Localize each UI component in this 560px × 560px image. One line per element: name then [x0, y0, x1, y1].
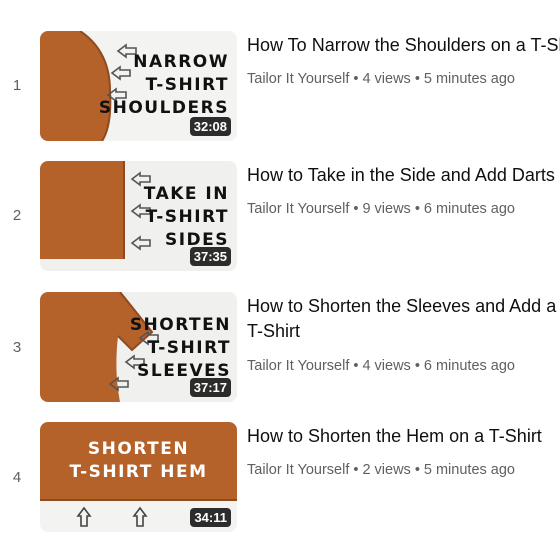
upload-age: 6 minutes ago — [423, 358, 515, 374]
video-meta: Tailor It Yourself • 9 views • 6 minutes ago — [247, 201, 515, 217]
playlist-item[interactable]: 2 TAKE IN T-SHIRT SIDES 37:35 How to Tak… — [0, 161, 560, 271]
upload-age: 6 minutes ago — [423, 201, 515, 217]
playlist-item[interactable]: 4 SHORTEN T-SHIRT HEM 34:11 How to Short… — [0, 422, 560, 532]
view-count: 2 views — [362, 462, 411, 478]
separator: • — [414, 358, 420, 374]
channel-name[interactable]: Tailor It Yourself — [247, 462, 349, 478]
duration-badge: 37:17 — [189, 378, 231, 397]
separator: • — [414, 201, 420, 217]
separator: • — [414, 71, 420, 87]
video-thumbnail[interactable]: SHORTEN T-SHIRT SLEEVES 37:17 — [40, 292, 237, 402]
video-meta: Tailor It Yourself • 4 views • 6 minutes ago — [247, 358, 515, 374]
playlist-item[interactable]: 3 SHORTEN T-SHIRT SLEEVES 37:17 How to S… — [0, 292, 560, 402]
channel-name[interactable]: Tailor It Yourself — [247, 201, 349, 217]
view-count: 4 views — [362, 71, 411, 87]
duration-badge: 32:08 — [189, 117, 231, 136]
upload-age: 5 minutes ago — [423, 71, 515, 87]
video-thumbnail[interactable]: TAKE IN T-SHIRT SIDES 37:35 — [40, 161, 237, 271]
playlist-item[interactable]: 1 NARROW T-SHIRT SHOULDERS 32:08 How To … — [0, 31, 560, 141]
upload-age: 5 minutes ago — [423, 462, 515, 478]
separator: • — [353, 462, 359, 478]
channel-name[interactable]: Tailor It Yourself — [247, 358, 349, 374]
video-title[interactable]: How To Narrow the Shoulders on a T-Shirt — [247, 33, 560, 58]
video-thumbnail[interactable]: NARROW T-SHIRT SHOULDERS 32:08 — [40, 31, 237, 141]
view-count: 9 views — [362, 201, 411, 217]
video-meta: Tailor It Yourself • 4 views • 5 minutes ago — [247, 71, 515, 87]
thumb-caption: TAKE IN T-SHIRT SIDES — [143, 184, 229, 250]
thumb-caption: NARROW T-SHIRT SHOULDERS — [98, 52, 229, 118]
view-count: 4 views — [362, 358, 411, 374]
separator: • — [353, 358, 359, 374]
item-index: 3 — [12, 339, 22, 356]
item-index: 2 — [12, 207, 22, 224]
video-meta: Tailor It Yourself • 2 views • 5 minutes ago — [247, 462, 515, 478]
separator: • — [414, 462, 420, 478]
channel-name[interactable]: Tailor It Yourself — [247, 71, 349, 87]
video-thumbnail[interactable]: SHORTEN T-SHIRT HEM 34:11 — [40, 422, 237, 532]
video-title[interactable]: How to Shorten the Sleeves and Add a T-S… — [247, 294, 560, 344]
duration-badge: 37:35 — [189, 247, 231, 266]
thumb-caption: SHORTEN T-SHIRT HEM — [69, 439, 208, 482]
duration-badge: 34:11 — [190, 508, 231, 527]
thumb-caption: SHORTEN T-SHIRT SLEEVES — [129, 315, 231, 381]
video-title[interactable]: How to Take in the Side and Add Darts — [247, 163, 560, 188]
separator: • — [353, 201, 359, 217]
separator: • — [353, 71, 359, 87]
item-index: 1 — [12, 77, 22, 94]
item-index: 4 — [12, 469, 22, 486]
video-title[interactable]: How to Shorten the Hem on a T-Shirt — [247, 424, 560, 449]
